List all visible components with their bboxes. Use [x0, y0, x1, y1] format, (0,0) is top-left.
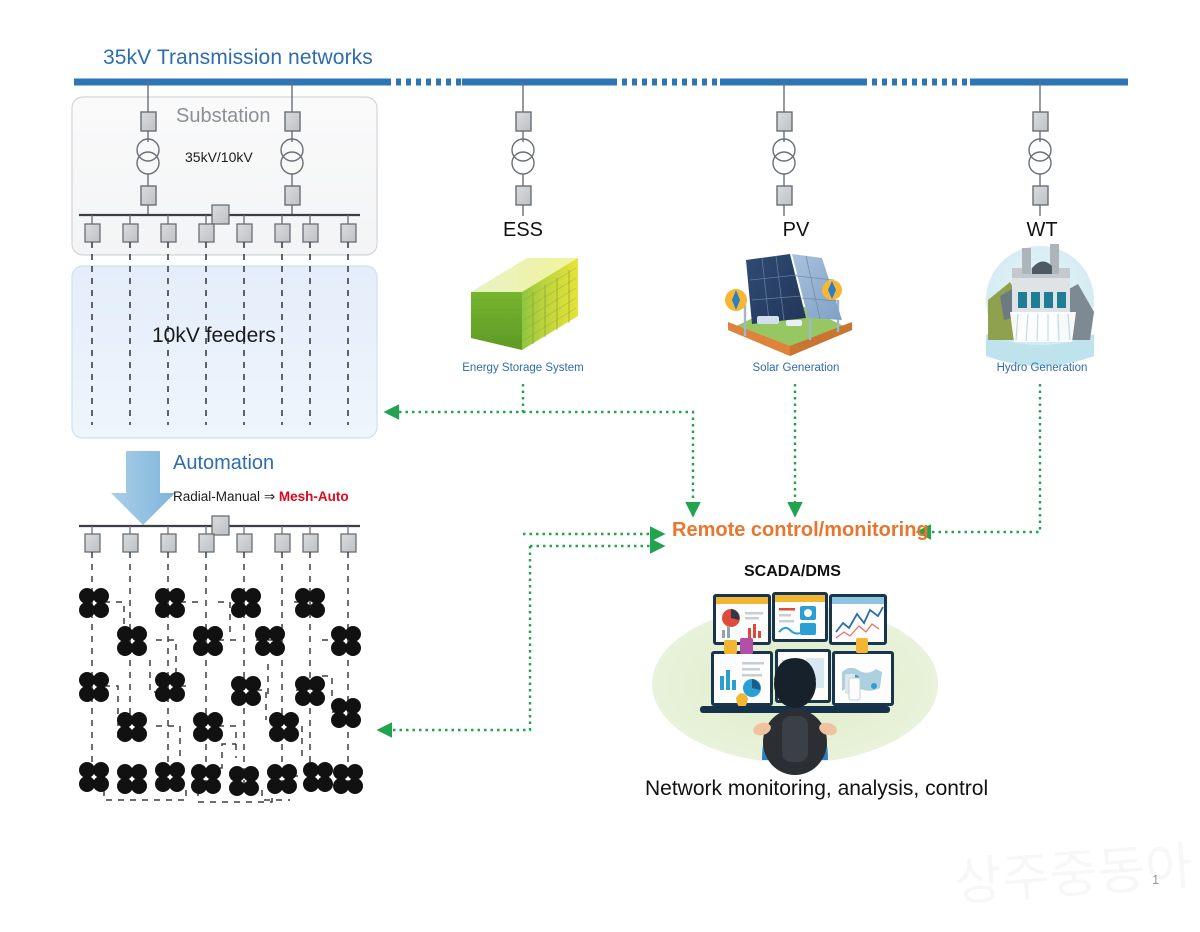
mesh-network [79, 515, 363, 803]
arrow-bus-to-remote [523, 410, 701, 518]
hydro-dam-icon [986, 244, 1094, 366]
arrow-ess-to-feeders [383, 384, 525, 420]
network-monitoring-caption: Network monitoring, analysis, control [645, 777, 989, 800]
page-number: 1 [1152, 872, 1160, 887]
feeders-box [71, 265, 378, 439]
page-title: 35kV Transmission networks [103, 46, 373, 69]
arrow-remote-to-mesh [376, 546, 532, 738]
arrow-wt-to-remote [915, 384, 1042, 540]
der-connections [511, 82, 1052, 216]
scada-dms-label: SCADA/DMS [744, 563, 841, 580]
voltage-ratio-label: 35kV/10kV [185, 149, 253, 165]
automation-transition: Radial-Manual ⇒ Mesh-Auto [173, 489, 349, 505]
source-name-ess: ESS [502, 219, 544, 241]
source-caption-pv: Solar Generation [752, 362, 840, 374]
slide-canvas: 상주중동아 35kV Transmission networks Substat… [0, 0, 1200, 932]
substation-label: Substation [176, 105, 271, 127]
control-room-operator-icon [652, 592, 938, 775]
solar-panel-icon [725, 254, 852, 356]
automation-arrow-icon [111, 451, 175, 525]
automation-label: Automation [173, 452, 275, 474]
source-name-pv: PV [782, 219, 810, 241]
feeders-label: 10kV feeders [152, 324, 276, 347]
remote-control-label: Remote control/monitoring [672, 519, 929, 541]
battery-rack-icon [471, 258, 578, 350]
source-name-wt: WT [1026, 219, 1058, 241]
rmu-nodes [79, 588, 363, 796]
source-caption-ess: Energy Storage System [462, 362, 584, 374]
transition-arrow-glyph: ⇒ [263, 489, 276, 504]
bus-tie-breaker [211, 204, 230, 225]
source-caption-wt: Hydro Generation [996, 362, 1088, 374]
transition-from: Radial-Manual [173, 489, 261, 504]
transition-to: Mesh-Auto [278, 489, 349, 504]
